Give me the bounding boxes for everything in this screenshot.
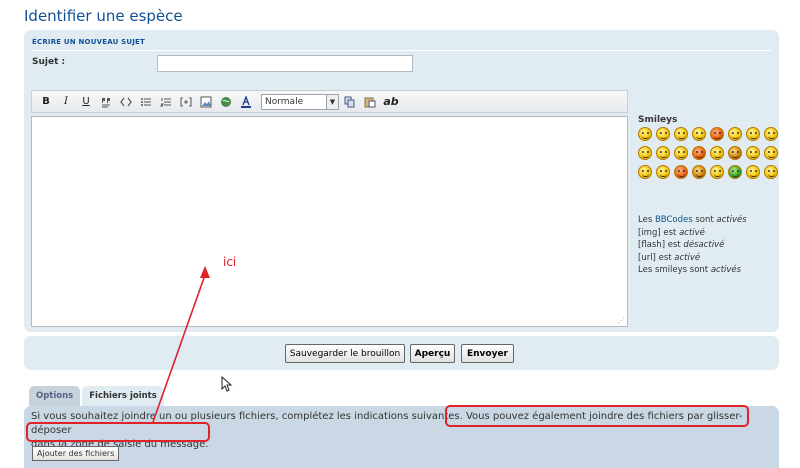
mouse-cursor-icon — [221, 375, 233, 395]
annotation-label: ici — [223, 255, 237, 269]
annotation-arrow-icon — [152, 266, 210, 423]
